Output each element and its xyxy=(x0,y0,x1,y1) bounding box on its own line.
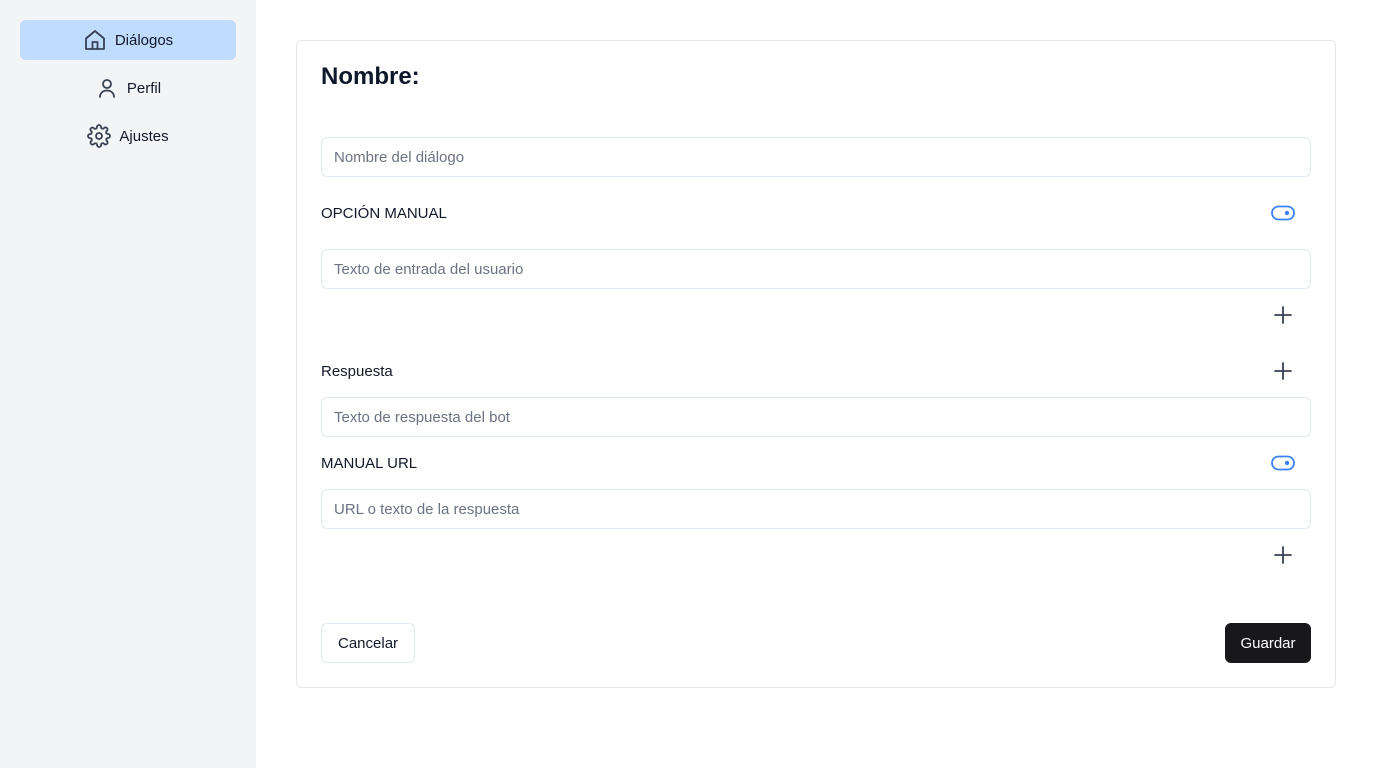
sidebar-item-label: Perfil xyxy=(126,79,162,97)
sidebar-item-label: Ajustes xyxy=(119,127,169,145)
save-button[interactable]: Guardar xyxy=(1225,623,1311,663)
sidebar-item-ajustes[interactable]: Ajustes xyxy=(20,116,236,156)
manual-url-toggle[interactable] xyxy=(1271,455,1295,471)
dialog-form-card: Nombre: OPCIÓN MANUAL Respuesta MANUAL U xyxy=(296,40,1336,688)
sidebar: Diálogos Perfil Ajustes xyxy=(0,0,256,768)
gear-icon xyxy=(87,124,112,148)
user-icon xyxy=(95,76,119,100)
user-input-text-field[interactable] xyxy=(321,249,1311,289)
url-response-input[interactable] xyxy=(321,489,1311,529)
manual-option-toggle[interactable] xyxy=(1271,205,1295,221)
manual-url-label: MANUAL URL xyxy=(321,455,418,472)
sidebar-item-dialogos[interactable]: Diálogos xyxy=(20,20,236,60)
add-user-input-button[interactable] xyxy=(1273,305,1293,325)
manual-option-label: OPCIÓN MANUAL xyxy=(321,205,447,222)
dialog-name-input[interactable] xyxy=(321,137,1311,177)
form-title: Nombre: xyxy=(321,63,420,90)
add-url-button[interactable] xyxy=(1273,545,1293,565)
cancel-button[interactable]: Cancelar xyxy=(321,623,416,663)
sidebar-item-perfil[interactable]: Perfil xyxy=(20,68,236,108)
sidebar-item-label: Diálogos xyxy=(114,31,174,49)
home-icon xyxy=(83,28,107,52)
bot-response-input[interactable] xyxy=(321,397,1311,437)
response-label: Respuesta xyxy=(321,363,393,380)
main-content: Nombre: OPCIÓN MANUAL Respuesta MANUAL U xyxy=(256,0,1376,768)
add-response-button[interactable] xyxy=(1273,361,1293,381)
